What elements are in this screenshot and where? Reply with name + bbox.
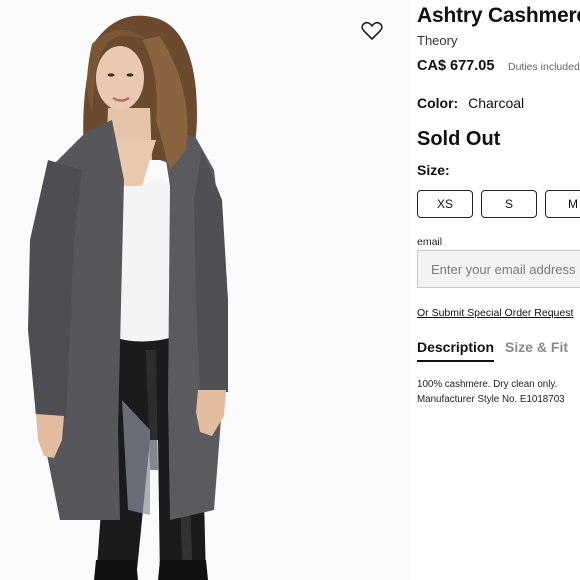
model-illustration xyxy=(0,0,410,580)
availability-status: Sold Out xyxy=(417,128,501,150)
duties-note: Duties included xyxy=(508,61,580,73)
brand-name[interactable]: Theory xyxy=(417,33,457,48)
description-line: 100% cashmere. Dry clean only. xyxy=(417,379,558,390)
size-option-s[interactable]: S xyxy=(481,190,537,218)
description-line: Manufacturer Style No. E1018703 xyxy=(417,393,565,405)
special-order-link[interactable]: Or Submit Special Order Request xyxy=(417,307,573,319)
color-label: Color: xyxy=(417,95,459,111)
info-tabs: Description Size & Fit xyxy=(417,339,568,362)
email-input[interactable] xyxy=(417,250,580,288)
description-text: 100% cashmere. Dry clean only. Manufactu… xyxy=(417,378,565,407)
product-info: Ashtry Cashmere Theory CA$ 677.05 Duties… xyxy=(417,0,580,580)
product-title: Ashtry Cashmere xyxy=(417,4,580,27)
heart-outline-icon xyxy=(361,21,383,40)
size-option-m[interactable]: M xyxy=(545,190,580,218)
tab-size-fit[interactable]: Size & Fit xyxy=(505,339,568,362)
color-row: Color: Charcoal xyxy=(417,95,524,111)
product-price: CA$ 677.05 xyxy=(417,58,495,74)
color-value: Charcoal xyxy=(468,95,525,111)
tab-description[interactable]: Description xyxy=(417,339,495,362)
email-label: email xyxy=(417,236,443,248)
size-option-xs[interactable]: XS xyxy=(417,190,473,218)
wishlist-button[interactable] xyxy=(360,20,384,42)
product-photo xyxy=(0,0,410,580)
size-options: XS S M xyxy=(417,190,580,218)
size-label: Size: xyxy=(417,162,450,178)
